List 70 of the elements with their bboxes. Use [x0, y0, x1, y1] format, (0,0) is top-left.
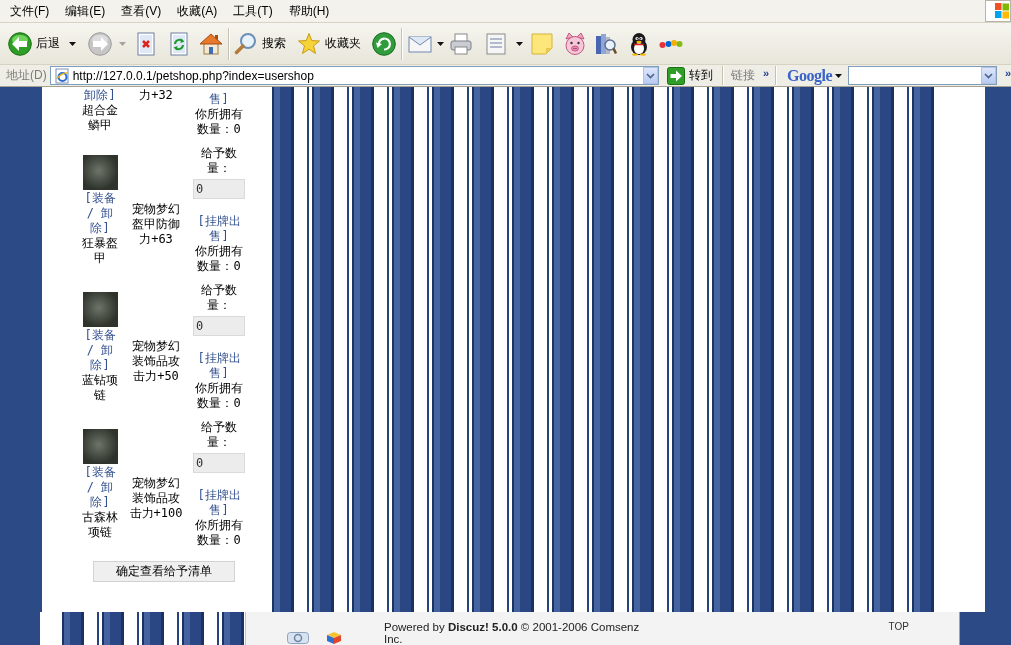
address-label: 地址(D): [5, 67, 48, 84]
refresh-icon[interactable]: [169, 31, 189, 56]
flag-icon: [985, 0, 1011, 22]
item-photo-placeholder: [82, 154, 118, 190]
item-name: 蓝钻项链: [81, 372, 119, 403]
go-button[interactable]: 转到: [663, 66, 716, 85]
quantity-label: 给予数量：: [200, 420, 238, 450]
search-button[interactable]: 搜索: [230, 28, 289, 59]
caret-icon[interactable]: [437, 41, 444, 46]
owned-count: 你所拥有数量：0: [194, 244, 244, 274]
equip-link[interactable]: [装备 / 卸除]: [81, 190, 119, 236]
chevron-down-icon: [983, 72, 993, 79]
item-name: 狂暴盔甲: [81, 235, 119, 266]
book-magnifier-icon[interactable]: [595, 31, 617, 56]
house-icon[interactable]: [199, 31, 223, 56]
printer-icon[interactable]: [449, 31, 473, 56]
sell-link[interactable]: 售]: [209, 92, 229, 107]
address-field[interactable]: http://127.0.0.1/petshop.php?index=usershop: [49, 66, 659, 85]
caret-icon[interactable]: [835, 73, 843, 78]
item-photo-placeholder: [82, 428, 118, 464]
web-page-icon: [53, 67, 70, 84]
sell-link[interactable]: [挂牌出售]: [193, 214, 245, 244]
arrow-right-icon: [666, 66, 685, 85]
quantity-field[interactable]: 0: [193, 316, 245, 336]
menu-item[interactable]: 收藏(A): [170, 3, 225, 19]
google-menu-button[interactable]: Google: [785, 66, 845, 85]
caret-icon[interactable]: [69, 41, 76, 46]
item-description: 力+32: [139, 88, 173, 103]
powered-by-text: Powered by Discuz! 5.0.0 © 2001-2006 Comsenz Inc.: [384, 621, 641, 645]
dots-icon[interactable]: [659, 37, 683, 50]
item-description: 宠物梦幻装饰品攻击力+50: [131, 338, 181, 384]
quantity-field[interactable]: 0: [193, 453, 245, 473]
search-dropdown-button[interactable]: [980, 67, 996, 84]
owned-count: 你所拥有数量：0: [194, 381, 244, 411]
search-icon: [233, 31, 258, 56]
menu-item[interactable]: 工具(T): [226, 3, 280, 19]
favorites-button[interactable]: 收藏夹: [294, 28, 364, 59]
page-cross-icon[interactable]: [136, 31, 156, 56]
pig-face-icon[interactable]: [563, 31, 587, 56]
sell-link[interactable]: [挂牌出售]: [193, 488, 245, 518]
quantity-field[interactable]: 0: [193, 179, 245, 199]
menu-item[interactable]: 文件(F): [3, 3, 57, 19]
equip-link[interactable]: 卸除]: [84, 88, 116, 103]
caret-icon[interactable]: [516, 41, 523, 46]
equip-link[interactable]: [装备 / 卸除]: [81, 327, 119, 373]
quantity-label: 给予数量：: [200, 146, 238, 176]
owned-count: 你所拥有数量：0: [194, 518, 244, 548]
google-search-field[interactable]: [848, 66, 997, 85]
equip-link[interactable]: [装备 / 卸除]: [81, 464, 119, 510]
item-name: 古森林项链: [81, 509, 119, 540]
confirm-button[interactable]: 确定查看给予清单: [93, 561, 235, 582]
quantity-label: 给予数量：: [200, 283, 238, 313]
menu-item[interactable]: 查看(V): [114, 3, 169, 19]
star-icon: [297, 31, 321, 56]
chevron-down-icon: [645, 72, 655, 79]
more-links-button[interactable]: »: [762, 67, 770, 79]
sell-link[interactable]: [挂牌出售]: [193, 351, 245, 381]
cube-icon: [327, 632, 341, 644]
more-tools-button[interactable]: »: [1004, 67, 1011, 79]
address-dropdown-button[interactable]: [642, 67, 658, 84]
top-link[interactable]: TOP: [888, 621, 909, 632]
item-name: 超合金鳞甲: [81, 103, 119, 133]
item-photo-placeholder: [82, 291, 118, 327]
item-description: 宠物梦幻盔甲防御力+63: [131, 201, 181, 247]
owned-count: 你所拥有数量：0: [194, 107, 244, 137]
links-label[interactable]: 链接: [730, 67, 755, 84]
back-button[interactable]: 后退: [5, 28, 63, 59]
menu-item[interactable]: 帮助(H): [281, 3, 337, 19]
menu-item[interactable]: 编辑(E): [58, 3, 113, 19]
item-description: 宠物梦幻装饰品攻击力+100: [128, 475, 184, 521]
